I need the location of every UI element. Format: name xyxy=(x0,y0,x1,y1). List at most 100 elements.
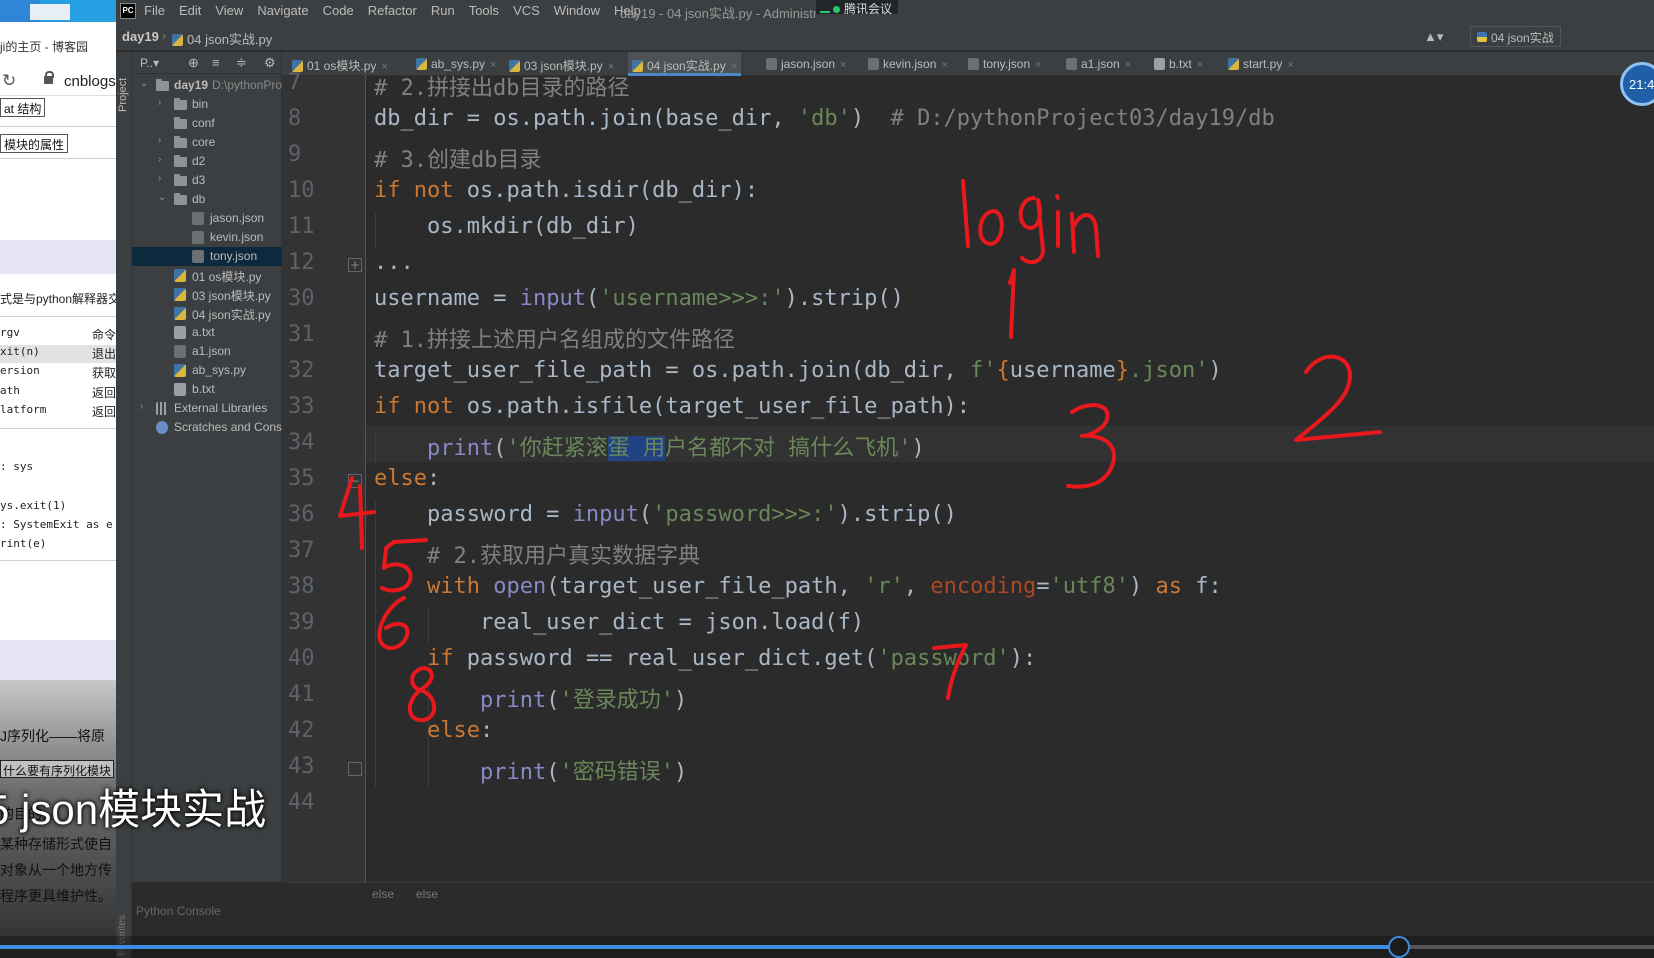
tree-item[interactable]: 03 json模块.py xyxy=(132,285,282,304)
tree-item[interactable]: b.txt xyxy=(132,380,282,399)
tree-item[interactable]: a.txt xyxy=(132,323,282,342)
editor-tabs: 01 os模块.py × ab_sys.py × 03 json模块.py × 04 jso… xyxy=(282,52,1654,76)
menu-item-tools[interactable]: Tools xyxy=(469,3,499,18)
tree-item[interactable]: › core xyxy=(132,133,282,152)
code-line[interactable]: db_dir = os.path.join(base_dir, 'db') # … xyxy=(374,106,1275,131)
tree-item[interactable]: conf xyxy=(132,114,282,133)
editor-tab[interactable]: kevin.json × xyxy=(864,52,952,76)
code-line[interactable]: # 2.获取用户真实数据字典 xyxy=(374,538,700,570)
tree-item[interactable]: Scratches and Cons xyxy=(132,418,282,437)
run-configuration-select[interactable]: 04 json实战 xyxy=(1470,26,1561,47)
chevron-right-icon[interactable]: › xyxy=(158,135,161,146)
tree-item[interactable]: ⌄ day19 D:\pythonPro xyxy=(132,76,282,95)
breadcrumb-project[interactable]: day19 xyxy=(122,29,159,44)
code-line[interactable]: if not os.path.isdir(db_dir): xyxy=(374,178,758,203)
editor-tab[interactable]: 03 json模块.py × xyxy=(505,52,618,76)
reload-icon[interactable]: ↻ xyxy=(2,71,16,91)
close-icon[interactable]: × xyxy=(1287,59,1293,71)
breadcrumb-else[interactable]: else xyxy=(416,887,438,901)
tree-item[interactable]: 04 json实战.py xyxy=(132,304,282,323)
locate-icon[interactable]: ⊕ xyxy=(188,55,199,71)
menu-item-window[interactable]: Window xyxy=(554,3,600,18)
tree-item[interactable]: › d2 xyxy=(132,152,282,171)
chevron-right-icon[interactable]: › xyxy=(158,97,161,108)
video-progress-bar[interactable] xyxy=(0,936,1654,958)
tree-item[interactable]: › External Libraries xyxy=(132,399,282,418)
page-text: 对象从一个地方传 xyxy=(0,862,112,878)
code-line[interactable]: password = input('password>>>:').strip() xyxy=(374,502,957,527)
tree-item[interactable]: jason.json xyxy=(132,209,282,228)
menu-item-edit[interactable]: Edit xyxy=(179,3,201,18)
code-line[interactable]: print('密码错误') xyxy=(374,754,687,786)
chevron-down-icon[interactable]: ⌄ xyxy=(158,192,166,203)
code-line[interactable]: with open(target_user_file_path, 'r', en… xyxy=(374,574,1222,599)
code-line[interactable]: os.mkdir(db_dir) xyxy=(374,214,639,239)
editor-tab[interactable]: tony.json × xyxy=(964,52,1046,76)
chevron-right-icon[interactable]: › xyxy=(158,173,161,184)
code-line[interactable]: username = input('username>>>:').strip() xyxy=(374,286,904,311)
menu-item-refactor[interactable]: Refactor xyxy=(368,3,417,18)
tree-item[interactable]: a1.json xyxy=(132,342,282,361)
fold-toggle-icon[interactable]: − xyxy=(348,474,362,488)
code-line[interactable]: # 2.拼接出db目录的路径 xyxy=(374,76,629,102)
collapse-all-icon[interactable]: ≑ xyxy=(236,55,247,71)
editor-tab[interactable]: 04 json实战.py × xyxy=(628,52,742,76)
close-icon[interactable]: × xyxy=(1035,59,1041,71)
project-tool-button[interactable]: Project xyxy=(117,52,129,112)
editor-tab[interactable]: start.py × xyxy=(1224,52,1298,76)
gear-icon[interactable]: ⚙ xyxy=(264,55,276,71)
editor-tab[interactable]: b.txt × xyxy=(1150,52,1207,76)
progress-handle[interactable] xyxy=(1388,936,1411,958)
menu-item-file[interactable]: File xyxy=(144,3,165,18)
editor-tab[interactable]: a1.json × xyxy=(1062,52,1135,76)
menu-item-navigate[interactable]: Navigate xyxy=(257,3,308,18)
breadcrumb-else[interactable]: else xyxy=(372,887,394,901)
code-line[interactable]: print('你赶紧滚蛋 用户名都不对 搞什么飞机') xyxy=(374,430,925,462)
close-icon[interactable]: × xyxy=(840,59,846,71)
chevron-down-icon[interactable]: ⌄ xyxy=(140,78,148,89)
code-line[interactable]: target_user_file_path = os.path.join(db_… xyxy=(374,358,1222,383)
close-icon[interactable]: × xyxy=(1197,59,1203,71)
tree-item[interactable]: 01 os模块.py xyxy=(132,266,282,285)
editor-tab[interactable]: jason.json × xyxy=(762,52,850,76)
tree-item[interactable]: › bin xyxy=(132,95,282,114)
chevron-right-icon[interactable]: › xyxy=(158,154,161,165)
python-console-tab[interactable]: Python Console xyxy=(136,904,221,918)
fold-toggle-icon[interactable] xyxy=(348,762,362,776)
code-line[interactable]: # 1.拼接上述用户名组成的文件路径 xyxy=(374,322,735,354)
breadcrumb-file[interactable]: 04 json实战.py xyxy=(172,29,272,48)
editor-tab-label: 03 json模块.py xyxy=(524,59,603,73)
code-line[interactable]: # 3.创建db目录 xyxy=(374,142,541,174)
close-icon[interactable]: × xyxy=(490,59,496,71)
code-editor[interactable]: # 2.拼接出db目录的路径 db_dir = os.path.join(base… xyxy=(366,76,1654,882)
meeting-indicator[interactable]: 腾讯会议 xyxy=(816,0,899,16)
code-line[interactable]: real_user_dict = json.load(f) xyxy=(374,610,864,635)
close-icon[interactable]: × xyxy=(941,59,947,71)
menu-item-view[interactable]: View xyxy=(215,3,243,18)
fold-toggle-icon[interactable]: + xyxy=(348,258,362,272)
close-icon[interactable]: × xyxy=(1125,59,1131,71)
tree-item[interactable]: › d3 xyxy=(132,171,282,190)
menu-item-code[interactable]: Code xyxy=(323,3,354,18)
project-view-select[interactable]: P..▾ xyxy=(140,56,159,70)
tree-item[interactable]: ⌄ db xyxy=(132,190,282,209)
url-text[interactable]: cnblogs xyxy=(64,73,116,90)
close-icon[interactable]: × xyxy=(731,61,737,73)
tree-item[interactable]: ab_sys.py xyxy=(132,361,282,380)
tree-item[interactable]: kevin.json xyxy=(132,228,282,247)
code-line[interactable]: if not os.path.isfile(target_user_file_p… xyxy=(374,394,970,419)
code-line[interactable]: else: xyxy=(374,466,440,491)
expand-all-icon[interactable]: ≡ xyxy=(212,55,220,70)
code-line[interactable]: if password == real_user_dict.get('passw… xyxy=(374,646,1036,671)
tree-item[interactable]: tony.json xyxy=(132,247,282,266)
chevron-right-icon[interactable]: › xyxy=(140,401,143,412)
browser-tab-title[interactable]: ji的主页 - 博客园 xyxy=(0,38,88,55)
code-line[interactable]: ... xyxy=(374,250,414,275)
browser-address-bar[interactable]: ↻ cnblogs xyxy=(0,68,116,96)
menu-item-run[interactable]: Run xyxy=(431,3,455,18)
close-icon[interactable]: × xyxy=(608,61,614,73)
code-line[interactable]: print('登录成功') xyxy=(374,682,687,714)
user-menu-icon[interactable]: ▲▾ xyxy=(1424,29,1443,45)
code-line[interactable]: else: xyxy=(374,718,493,743)
menu-item-vcs[interactable]: VCS xyxy=(513,3,540,18)
